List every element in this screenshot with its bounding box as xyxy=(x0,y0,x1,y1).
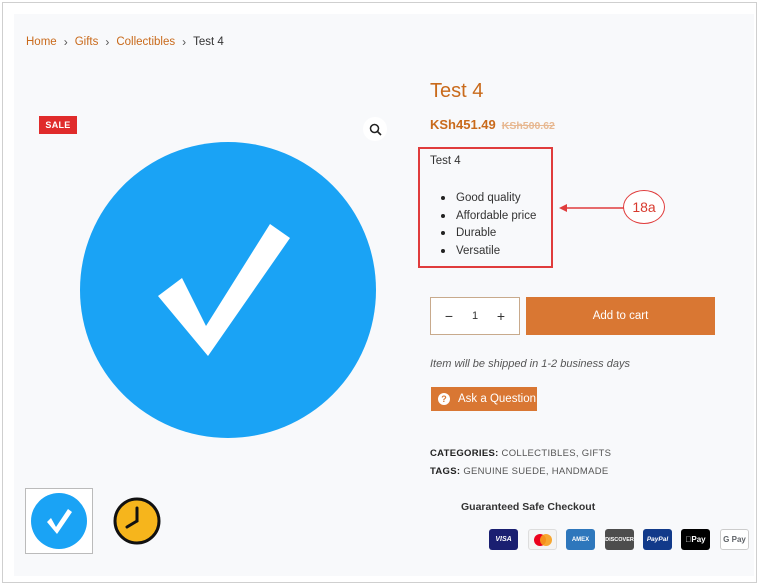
category-link[interactable]: COLLECTIBLES xyxy=(502,448,576,459)
quantity-decrease-button[interactable]: − xyxy=(441,308,457,324)
breadcrumb-collectibles[interactable]: Collectibles xyxy=(116,36,175,48)
paypal-icon: PayPal xyxy=(643,529,672,550)
apple-pay-icon: Pay xyxy=(681,529,710,550)
product-main-image[interactable] xyxy=(78,128,378,452)
breadcrumb-separator: › xyxy=(63,35,68,49)
original-price: KSh500.62 xyxy=(501,120,555,132)
mastercard-icon xyxy=(528,529,557,550)
checkmark-circle-icon xyxy=(31,493,87,549)
google-pay-icon: G Pay xyxy=(720,529,749,550)
zoom-button[interactable] xyxy=(363,117,387,141)
safe-checkout-title: Guaranteed Safe Checkout xyxy=(461,501,596,513)
magnifier-icon xyxy=(369,123,382,136)
current-price: KSh451.49 xyxy=(430,117,496,132)
description-title: Test 4 xyxy=(430,155,461,167)
tag-link[interactable]: HANDMADE xyxy=(552,466,609,477)
checkmark-circle-icon xyxy=(80,142,376,438)
apple-pay-label: Pay xyxy=(688,535,705,544)
quantity-value[interactable]: 1 xyxy=(472,310,478,322)
clock-icon xyxy=(113,497,161,545)
feature-item: Affordable price xyxy=(441,207,536,225)
categories-label: CATEGORIES: xyxy=(430,448,499,459)
ask-question-label: Ask a Question xyxy=(458,393,536,405)
feature-item: Good quality xyxy=(441,189,536,207)
annotation-label: 18a xyxy=(623,190,665,224)
add-to-cart-button[interactable]: Add to cart xyxy=(526,297,715,335)
thumbnail-checkmark[interactable] xyxy=(25,488,93,554)
product-title: Test 4 xyxy=(430,80,484,102)
amex-icon: AMEX xyxy=(566,529,595,550)
breadcrumb-separator: › xyxy=(182,35,187,49)
annotation-arrow xyxy=(559,204,624,212)
sale-badge: SALE xyxy=(39,116,77,134)
question-icon: ? xyxy=(438,393,450,405)
tags-label: TAGS: xyxy=(430,466,461,477)
category-link[interactable]: GIFTS xyxy=(582,448,611,459)
product-tags: TAGS: GENUINE SUEDE, HANDMADE xyxy=(430,466,609,477)
ask-question-button[interactable]: ? Ask a Question xyxy=(431,387,537,411)
visa-icon: VISA xyxy=(489,529,518,550)
breadcrumb-gifts[interactable]: Gifts xyxy=(75,36,99,48)
feature-item: Versatile xyxy=(441,242,536,260)
breadcrumb-separator: › xyxy=(105,35,110,49)
breadcrumb-current: Test 4 xyxy=(193,36,224,48)
discover-icon: DISCOVER xyxy=(605,529,634,550)
feature-list: Good quality Affordable price Durable Ve… xyxy=(441,189,536,260)
product-categories: CATEGORIES: COLLECTIBLES, GIFTS xyxy=(430,448,612,459)
tag-link[interactable]: GENUINE SUEDE xyxy=(463,466,546,477)
product-price: KSh451.49 KSh500.62 xyxy=(430,117,555,132)
quantity-stepper: − 1 + xyxy=(430,297,520,335)
shipping-note: Item will be shipped in 1-2 business day… xyxy=(430,358,630,370)
quantity-increase-button[interactable]: + xyxy=(493,308,509,324)
mastercard-circles xyxy=(533,533,552,546)
feature-item: Durable xyxy=(441,224,536,242)
thumbnail-clock[interactable] xyxy=(113,497,161,545)
breadcrumb: Home › Gifts › Collectibles › Test 4 xyxy=(26,35,224,49)
breadcrumb-home[interactable]: Home xyxy=(26,36,57,48)
